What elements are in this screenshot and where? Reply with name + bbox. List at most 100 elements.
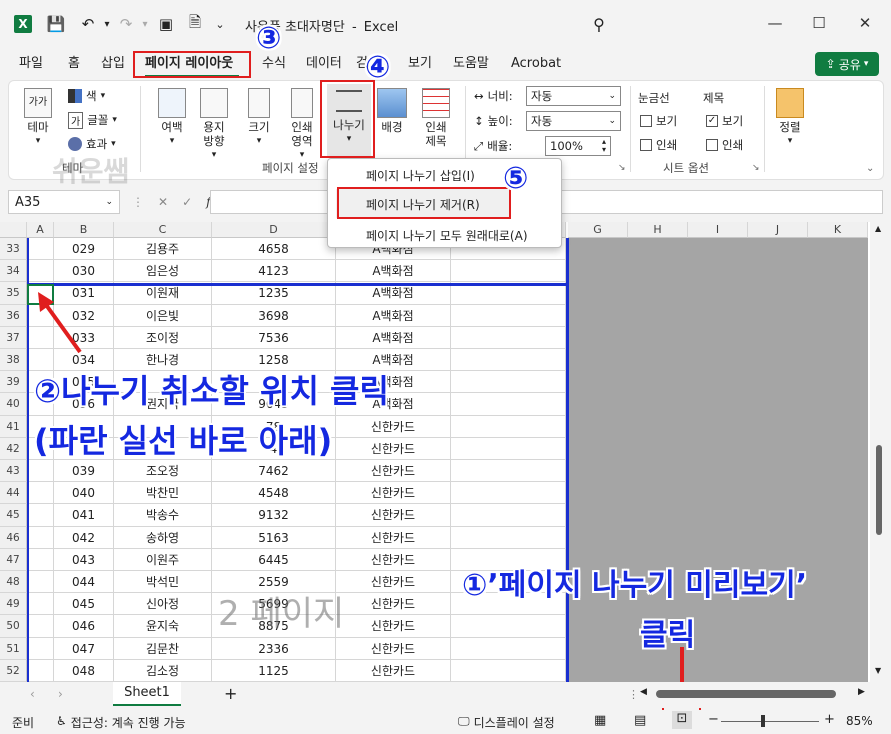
row-header[interactable]: 36 <box>0 304 27 327</box>
row-header[interactable]: 52 <box>0 659 27 682</box>
table-cell[interactable] <box>27 526 54 549</box>
column-header[interactable]: D <box>212 222 336 238</box>
table-cell[interactable] <box>451 415 566 438</box>
row-header[interactable]: 46 <box>0 526 27 549</box>
gridlines-print-checkbox[interactable]: 인쇄 <box>640 135 677 155</box>
orientation-button[interactable]: 용지 방향 ▾ <box>194 88 234 162</box>
table-cell[interactable] <box>451 504 566 527</box>
sheet-options-launcher-icon[interactable]: ↘ <box>752 163 760 173</box>
table-cell[interactable] <box>451 349 566 372</box>
tab-data[interactable]: 데이터 <box>306 54 342 74</box>
scale-stepper[interactable]: 100% ▴ ▾ <box>545 136 611 156</box>
table-cell[interactable] <box>451 326 566 349</box>
table-cell[interactable]: 이은빛 <box>114 304 212 327</box>
table-cell[interactable]: 045 <box>54 593 114 616</box>
tab-file[interactable]: 파일 <box>19 54 43 74</box>
table-cell[interactable]: A백화점 <box>336 304 451 327</box>
table-cell[interactable]: 2336 <box>212 637 336 660</box>
gridlines-view-checkbox[interactable]: 보기 <box>640 111 677 131</box>
search-icon[interactable]: ⚲ <box>588 13 610 35</box>
table-cell[interactable] <box>27 260 54 283</box>
row-header[interactable]: 40 <box>0 393 27 416</box>
table-cell[interactable] <box>27 637 54 660</box>
table-cell[interactable]: 신한카드 <box>336 659 451 682</box>
table-cell[interactable]: 5163 <box>212 526 336 549</box>
print-preview-icon[interactable]: 🗎 <box>184 13 206 35</box>
row-header[interactable]: 49 <box>0 593 27 616</box>
column-header[interactable]: J <box>748 222 808 238</box>
table-cell[interactable] <box>27 659 54 682</box>
row-header[interactable]: 42 <box>0 437 27 460</box>
table-cell[interactable]: 048 <box>54 659 114 682</box>
table-cell[interactable]: 임은성 <box>114 260 212 283</box>
tab-view[interactable]: 보기 <box>408 54 432 74</box>
table-cell[interactable]: 030 <box>54 260 114 283</box>
table-cell[interactable]: 신한카드 <box>336 437 451 460</box>
column-header[interactable]: A <box>27 222 54 238</box>
vertical-scroll-thumb[interactable] <box>876 445 882 535</box>
row-header[interactable]: 41 <box>0 415 27 438</box>
menu-reset-all-page-breaks[interactable]: 페이지 나누기 모두 원래대로(A) <box>366 227 528 244</box>
table-cell[interactable]: 4658 <box>212 238 336 261</box>
table-cell[interactable]: 조이정 <box>114 326 212 349</box>
headings-print-checkbox[interactable]: 인쇄 <box>706 135 743 155</box>
table-cell[interactable] <box>451 615 566 638</box>
normal-view-icon[interactable]: ▦ <box>594 713 606 728</box>
cancel-icon[interactable]: ✕ <box>158 195 168 209</box>
table-cell[interactable] <box>451 437 566 460</box>
tab-insert[interactable]: 삽입 <box>101 54 125 74</box>
table-cell[interactable] <box>27 548 54 571</box>
column-header[interactable]: K <box>808 222 868 238</box>
horizontal-scroll-thumb[interactable] <box>656 690 836 698</box>
size-button[interactable]: 크기 ▾ <box>243 88 275 148</box>
name-box[interactable]: A35 ⌄ <box>8 190 120 214</box>
table-cell[interactable]: 7462 <box>212 460 336 483</box>
scroll-up-icon[interactable]: ▲ <box>875 224 881 233</box>
sheet-tab-sheet1[interactable]: Sheet1 <box>113 682 181 706</box>
table-cell[interactable] <box>451 460 566 483</box>
table-cell[interactable]: 신한카드 <box>336 504 451 527</box>
page-layout-qat-icon[interactable]: ▣ <box>155 13 177 35</box>
table-cell[interactable]: 044 <box>54 571 114 594</box>
table-cell[interactable]: 신한카드 <box>336 571 451 594</box>
table-cell[interactable]: 4548 <box>212 482 336 505</box>
zoom-level[interactable]: 85% <box>846 714 873 728</box>
row-header[interactable]: 51 <box>0 637 27 660</box>
table-cell[interactable]: 신한카드 <box>336 637 451 660</box>
accessibility-status[interactable]: ♿ 접근성: 계속 진행 가능 <box>56 714 186 731</box>
column-header[interactable]: I <box>688 222 748 238</box>
page-break-horizontal[interactable] <box>27 283 568 286</box>
row-header[interactable]: 38 <box>0 349 27 372</box>
column-header[interactable]: C <box>114 222 212 238</box>
table-cell[interactable]: 신아정 <box>114 593 212 616</box>
print-area-button[interactable]: 인쇄 영역 ▾ <box>284 88 320 162</box>
scale-launcher-icon[interactable]: ↘ <box>618 163 626 173</box>
table-cell[interactable] <box>27 238 54 261</box>
next-sheet-icon[interactable]: › <box>58 687 63 701</box>
table-cell[interactable]: 046 <box>54 615 114 638</box>
table-cell[interactable]: 신한카드 <box>336 526 451 549</box>
row-header[interactable]: 34 <box>0 260 27 283</box>
table-cell[interactable] <box>451 260 566 283</box>
table-cell[interactable]: 김소정 <box>114 659 212 682</box>
table-cell[interactable] <box>27 615 54 638</box>
add-sheet-icon[interactable]: + <box>224 684 237 703</box>
table-cell[interactable]: 029 <box>54 238 114 261</box>
row-header[interactable]: 48 <box>0 571 27 594</box>
fonts-button[interactable]: 가 글꼴 ▾ <box>68 110 117 130</box>
table-cell[interactable]: 9132 <box>212 504 336 527</box>
zoom-out-icon[interactable]: − <box>708 712 719 727</box>
table-cell[interactable]: 041 <box>54 504 114 527</box>
table-cell[interactable]: A백화점 <box>336 326 451 349</box>
table-cell[interactable]: 039 <box>54 460 114 483</box>
table-cell[interactable]: 김용주 <box>114 238 212 261</box>
table-cell[interactable]: 047 <box>54 637 114 660</box>
zoom-slider[interactable] <box>721 721 819 722</box>
customize-qat-icon[interactable]: ⌄ <box>209 13 231 35</box>
row-header[interactable]: 43 <box>0 460 27 483</box>
row-header[interactable]: 44 <box>0 482 27 505</box>
page-break-preview-icon[interactable]: ⊡ <box>672 711 692 729</box>
row-header[interactable]: 45 <box>0 504 27 527</box>
row-header[interactable]: 33 <box>0 238 27 261</box>
page-layout-view-icon[interactable]: ▤ <box>634 713 646 728</box>
